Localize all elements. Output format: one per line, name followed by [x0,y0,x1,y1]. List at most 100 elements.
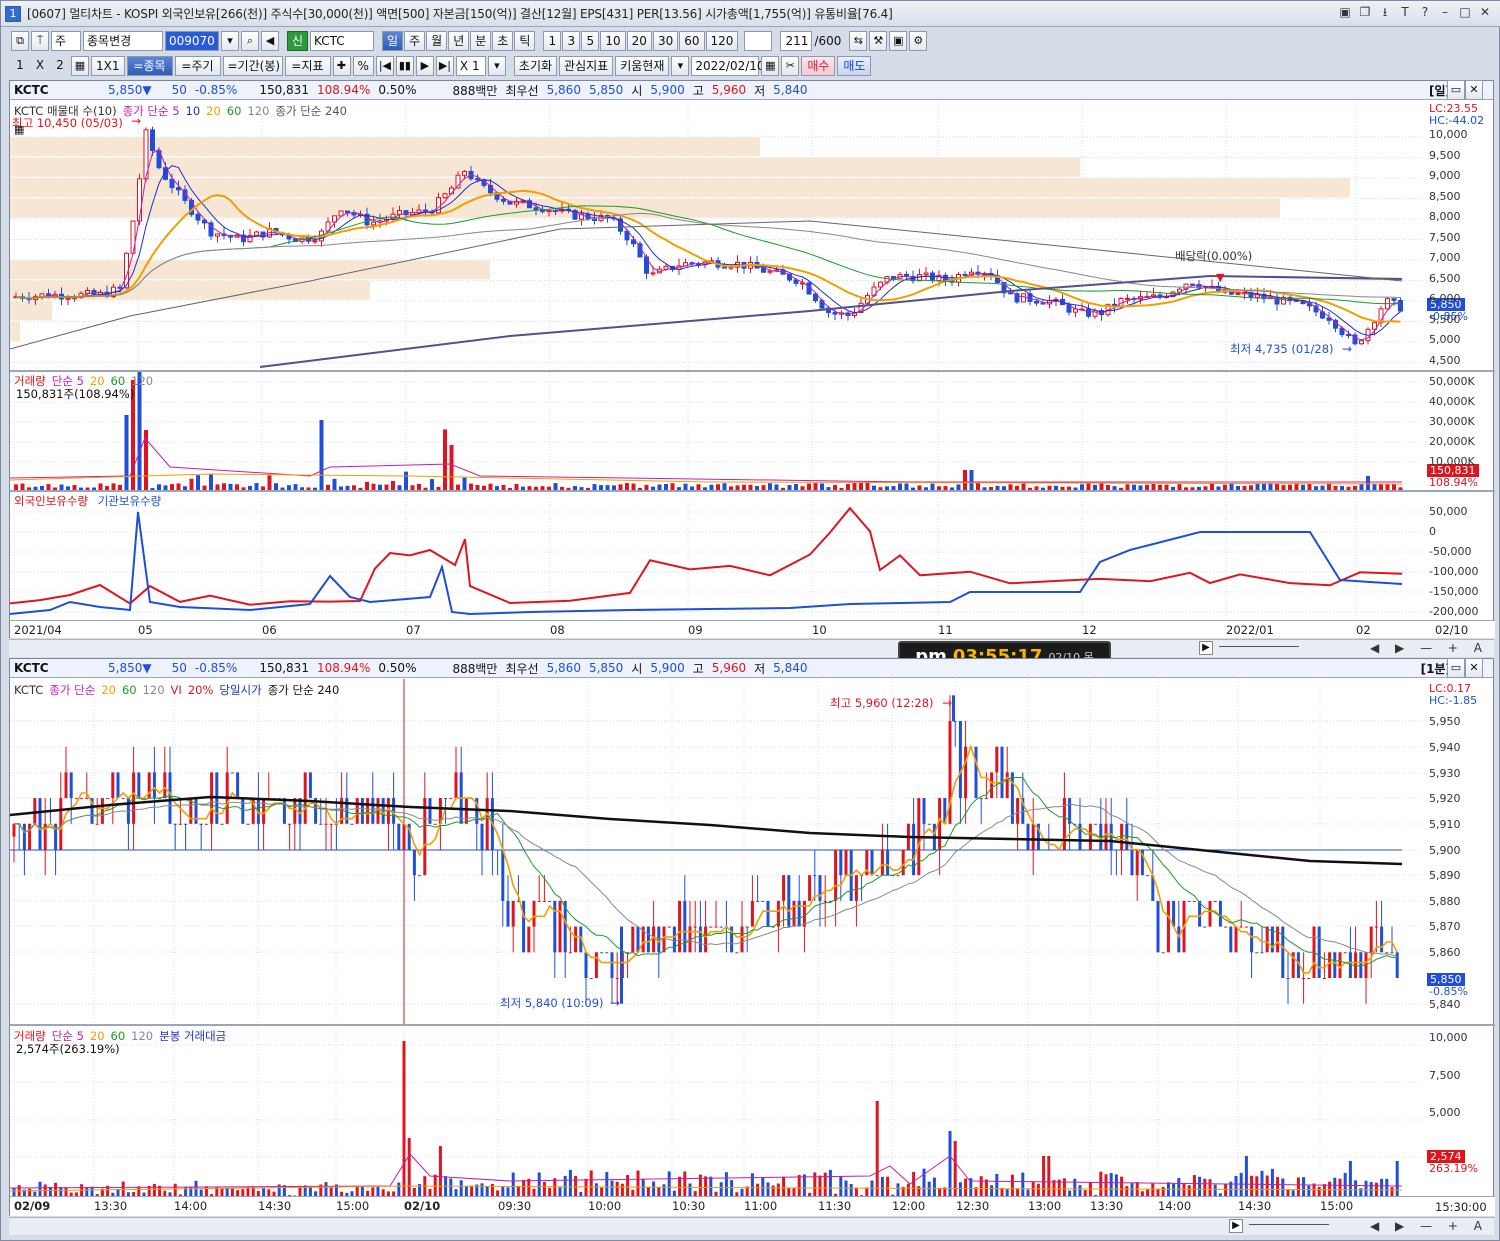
search-icon[interactable]: ⌕ [241,31,259,51]
interval-button-120[interactable]: 120 [705,31,739,51]
kiwoom-current-button[interactable]: 키움현재 [615,56,670,76]
cycle-select[interactable]: 주 [51,31,81,51]
calendar-icon[interactable]: ▦ [761,56,780,76]
close-icon[interactable]: ✕ [1465,80,1483,100]
minute-volume-bar [532,1188,536,1196]
minute-candle-body [506,900,510,927]
dropdown-icon[interactable]: ▾ [221,31,239,51]
settings-icon[interactable]: ⚙ [909,31,928,51]
save-icon[interactable]: ▣ [889,31,908,51]
pin-icon[interactable]: ⍑ [31,31,49,51]
grid-icon[interactable]: ▦ [71,56,89,76]
pause-icon[interactable]: ▮▮ [395,56,414,76]
scroll2-right-icon[interactable]: ▶ [1229,1219,1243,1233]
period-tab-2[interactable]: 월 [426,31,448,51]
volume-bar [553,483,558,490]
window-number-badge[interactable]: 1 [5,5,21,22]
reset-button[interactable]: 초기화 [513,56,558,76]
period-tab-0[interactable]: 일 [382,31,404,51]
window-control-7[interactable]: ✕ [1477,5,1493,21]
scissors-icon[interactable]: ✂ [781,56,800,76]
interest-indicator-button[interactable]: 관심지표 [559,56,614,76]
speaker-icon[interactable]: ◀ [261,31,279,51]
window-control-4[interactable]: ? [1417,5,1433,21]
stock-code-input[interactable]: 009070 [165,31,219,51]
minute-candle-body [558,900,562,953]
interval-button-30[interactable]: 30 [652,31,679,51]
minute-volume-bar [740,1188,744,1196]
window-control-6[interactable]: □ [1457,5,1473,21]
tool-icon[interactable]: ⚒ [869,31,888,51]
zoom-slider[interactable] [1219,646,1299,650]
indicator-sync-button[interactable]: =지표 [284,56,331,76]
daily-scrollbar[interactable]: ▶ ◀ ▶ — + A [9,639,1494,657]
sell-button[interactable]: 매도 [837,56,872,76]
minute-volume-bar [990,1185,994,1196]
cycle-sync-button[interactable]: =주기 [174,56,221,76]
kiwoom-dropdown-icon[interactable]: ▾ [671,56,690,76]
daily-volume-plot[interactable]: 거래량 단순 5 20 60 120 150,831주(108.94%) [10,372,1423,490]
layout-2[interactable]: 2 [51,56,69,76]
minute-candle-body [714,926,718,928]
holding-tick-0: 50,000 [1429,505,1468,518]
date-input[interactable]: 2022/02/10 [691,56,765,76]
window-control-1[interactable]: ❐ [1357,5,1373,21]
minute-candle-body [220,823,224,825]
period-sync-button[interactable]: =기간(봉) [222,56,283,76]
minute-price-tick-8: 5,870 [1429,920,1461,933]
minute-scrollbar[interactable]: ▶ ◀ ▶ — + A [9,1217,1494,1235]
zoom2-slider[interactable] [1249,1224,1329,1228]
period-tab-6[interactable]: 틱 [514,31,536,51]
stock-change-select[interactable]: 종목변경 [83,31,163,51]
layout-icon[interactable]: ⧉ [11,31,29,51]
interval-button-3[interactable]: 3 [562,31,581,51]
scroll-controls[interactable]: ◀ ▶ — + A [1370,641,1488,655]
info2-open-label: 시 [631,661,643,676]
period-tab-5[interactable]: 초 [492,31,514,51]
calendar-small-icon[interactable]: ▦ [14,123,24,136]
compare-icon[interactable]: ⇆ [849,31,868,51]
multiplier-select[interactable]: X 1 [455,56,486,76]
scroll-right-icon[interactable]: ▶ [1199,641,1213,655]
restore-icon[interactable]: ▭ [1447,80,1465,100]
interval-button-60[interactable]: 60 [679,31,705,51]
percent-button[interactable]: % [352,56,374,76]
period-tab-3[interactable]: 년 [448,31,470,51]
one-by-one-button[interactable]: 1X1 [91,56,125,76]
minute-volume-bar [880,1176,884,1196]
daily-volume-readout: 150,831주(108.94%) [16,387,135,401]
first-icon[interactable]: |◀ [375,56,394,76]
minute-candle-body [1187,900,1191,902]
window-control-0[interactable]: ▣ [1337,5,1353,21]
window-control-5[interactable]: – [1437,5,1453,21]
layout-1[interactable]: 1 [11,56,29,76]
stock-sync-button[interactable]: =종목 [126,56,173,76]
window-control-2[interactable]: ⭳ [1377,5,1393,21]
holdings-plot[interactable]: 외국인보유수량 기관보유수량 [10,492,1423,620]
period-tab-1[interactable]: 주 [404,31,426,51]
bar-count-input[interactable]: 211 [780,31,813,51]
custom-interval-input[interactable] [744,31,773,51]
buy-button[interactable]: 매수 [801,56,836,76]
period-tab-4[interactable]: 분 [470,31,492,51]
restore2-icon[interactable]: ▭ [1447,658,1465,678]
minute-volume-bar [1062,1178,1066,1196]
crosshair-icon[interactable]: ✚ [332,56,351,76]
volume-bar [209,474,213,490]
close2-icon[interactable]: ✕ [1465,658,1483,678]
scroll2-controls[interactable]: ◀ ▶ — + A [1370,1219,1488,1233]
next-icon[interactable]: ▶ [415,56,434,76]
daily-price-plot[interactable]: → → ▼ KCTC 매물대 수(10) 종가 단순 5 10 20 60 120 종가 단순 … [10,101,1423,369]
stock-name-field[interactable]: KCTC [310,31,375,51]
interval-button-1[interactable]: 1 [543,31,562,51]
multiplier-dropdown-icon[interactable]: ▾ [487,56,506,76]
minute-volume-plot[interactable]: 거래량 단순 5 20 60 120 분봉 거래대금 2,574주(263.19%) [10,1026,1423,1196]
interval-button-5[interactable]: 5 [581,31,600,51]
interval-button-20[interactable]: 20 [626,31,652,51]
last-icon[interactable]: ▶| [435,56,454,76]
interval-button-10[interactable]: 10 [600,31,626,51]
daily-vol-legend-4: 120 [131,374,154,388]
window-control-3[interactable]: T [1397,5,1413,21]
minute-candle-body [594,952,598,978]
minute-price-plot[interactable]: → → KCTC 종가 단순 20 60 120 VI 20% 당일시가 종가 단순 240 최고… [10,679,1423,1024]
